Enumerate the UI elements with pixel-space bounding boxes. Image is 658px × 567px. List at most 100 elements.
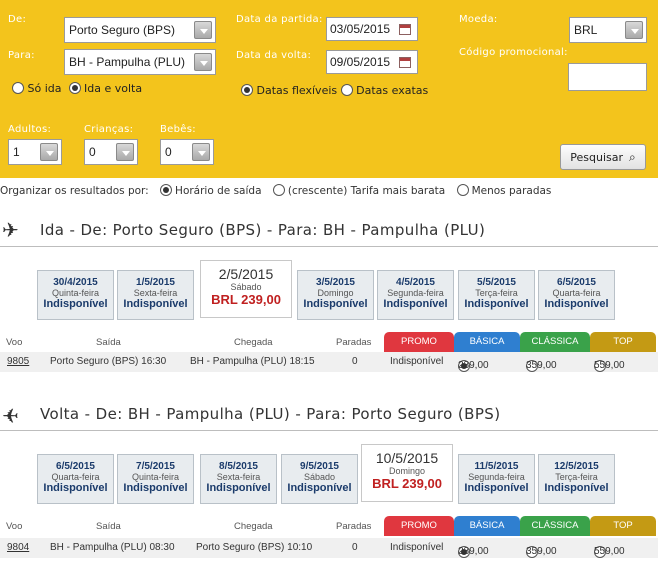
date-option-status: BRL 239,00 — [372, 476, 442, 491]
children-label: Crianças: — [84, 124, 134, 135]
sort-departure-label: Horário de saída — [175, 185, 262, 197]
date-option[interactable]: 4/5/2015 Segunda-feira Indisponível — [377, 270, 454, 320]
date-option[interactable]: 9/5/2015 Sábado Indisponível — [281, 454, 358, 504]
col-voo: Voo — [6, 337, 23, 348]
date-option-date: 6/5/2015 — [56, 461, 95, 472]
date-option-date: 11/5/2015 — [474, 461, 519, 472]
to-select[interactable]: BH - Pampulha (PLU) — [64, 49, 216, 75]
return-label: Data da volta: — [236, 50, 312, 61]
date-option[interactable]: 5/5/2015 Terça-feira Indisponível — [458, 270, 535, 320]
date-option-weekday: Quarta-feira — [552, 288, 601, 298]
date-option[interactable]: 30/4/2015 Quinta-feira Indisponível — [37, 270, 114, 320]
date-option-status: Indisponível — [544, 482, 609, 494]
date-option-date: 1/5/2015 — [136, 277, 175, 288]
date-option-status: Indisponível — [303, 298, 368, 310]
currency-label: Moeda: — [459, 14, 498, 25]
fare-top: 559,00 — [594, 546, 625, 557]
trip-oneway-label: Só ida — [27, 82, 62, 95]
chevron-down-icon — [40, 143, 58, 161]
sort-cheapest-radio[interactable] — [272, 184, 285, 196]
infants-select[interactable]: 0 — [160, 139, 214, 165]
date-option-date: 30/4/2015 — [53, 277, 98, 288]
date-option-date: 8/5/2015 — [219, 461, 258, 472]
from-label: De: — [8, 14, 27, 25]
depart-date-field[interactable]: 03/05/2015 — [326, 17, 418, 41]
sort-departure-radio[interactable] — [160, 184, 173, 196]
chevron-down-icon — [192, 143, 210, 161]
flight-row: 9805 Porto Seguro (BPS) 16:30 BH - Pampu… — [0, 352, 658, 372]
col-paradas: Paradas — [336, 337, 372, 348]
date-option-date: 10/5/2015 — [375, 450, 439, 466]
adults-select[interactable]: 1 — [8, 139, 62, 165]
date-option[interactable]: 11/5/2015 Segunda-feira Indisponível — [458, 454, 535, 504]
chevron-down-icon — [194, 21, 212, 39]
date-option-status: Indisponível — [544, 298, 609, 310]
from-select[interactable]: Porto Seguro (BPS) — [64, 17, 216, 43]
trip-type-group: Só ida Ida e volta — [12, 82, 142, 95]
inbound-title: Volta - De: BH - Pampulha (PLU) - Para: … — [40, 405, 501, 423]
trip-oneway-radio[interactable] — [12, 82, 24, 94]
date-option[interactable]: 8/5/2015 Sexta-feira Indisponível — [200, 454, 277, 504]
tab-promo: PROMO — [384, 516, 454, 536]
date-option[interactable]: 3/5/2015 Domingo Indisponível — [297, 270, 374, 320]
date-option[interactable]: 6/5/2015 Quarta-feira Indisponível — [37, 454, 114, 504]
dates-flex-radio[interactable] — [241, 84, 253, 96]
tab-promo: PROMO — [384, 332, 454, 352]
date-option-date: 6/5/2015 — [557, 277, 596, 288]
search-button[interactable]: Pesquisar ⌕ — [560, 144, 646, 170]
sort-stops-label: Menos paradas — [471, 185, 552, 197]
adults-label: Adultos: — [8, 124, 52, 135]
date-option-weekday: Sábado — [230, 282, 262, 292]
flight-arrival: BH - Pampulha (PLU) 18:15 — [190, 356, 315, 367]
fare-classica: 359,00 — [526, 360, 557, 371]
date-option-date: 7/5/2015 — [136, 461, 175, 472]
flight-departure: BH - Pampulha (PLU) 08:30 — [50, 542, 175, 553]
flight-number-link[interactable]: 9804 — [7, 542, 29, 553]
date-option-weekday: Quinta-feira — [131, 472, 180, 482]
date-option[interactable]: 12/5/2015 Terça-feira Indisponível — [538, 454, 615, 504]
date-option[interactable]: 2/5/2015 Sábado BRL 239,00 — [200, 260, 292, 318]
sort-stops-radio[interactable] — [456, 184, 469, 196]
infants-value: 0 — [165, 145, 172, 159]
fare-basica: 239,00 — [458, 546, 489, 557]
date-option-status: Indisponível — [123, 298, 188, 310]
tab-top: TOP — [590, 516, 656, 536]
from-value: Porto Seguro (BPS) — [69, 23, 176, 37]
dates-exact-label: Datas exatas — [356, 84, 429, 97]
date-option-weekday: Terça-feira — [555, 472, 598, 482]
tab-top: TOP — [590, 332, 656, 352]
date-option-weekday: Quinta-feira — [51, 288, 100, 298]
dates-exact-radio[interactable] — [340, 84, 353, 96]
flight-arrival: Porto Seguro (BPS) 10:10 — [196, 542, 313, 553]
promo-code-input[interactable] — [568, 63, 647, 91]
chevron-down-icon — [194, 53, 212, 71]
currency-value: BRL — [574, 23, 598, 37]
calendar-icon[interactable] — [399, 57, 411, 68]
sort-label: Organizar os resultados por: — [0, 185, 149, 197]
flight-departure: Porto Seguro (BPS) 16:30 — [50, 356, 167, 367]
return-date-field[interactable]: 09/05/2015 — [326, 50, 418, 74]
date-option-weekday: Segunda-feira — [468, 472, 525, 482]
date-option[interactable]: 10/5/2015 Domingo BRL 239,00 — [361, 444, 453, 502]
trip-round-radio[interactable] — [68, 82, 81, 94]
date-option-status: Indisponível — [43, 482, 108, 494]
col-paradas: Paradas — [336, 521, 372, 532]
flight-number-link[interactable]: 9805 — [7, 356, 29, 367]
calendar-icon[interactable] — [399, 24, 411, 35]
flight-stops: 0 — [352, 356, 358, 367]
to-label: Para: — [8, 50, 35, 61]
currency-select[interactable]: BRL — [569, 17, 647, 43]
children-select[interactable]: 0 — [84, 139, 138, 165]
date-option[interactable]: 1/5/2015 Sexta-feira Indisponível — [117, 270, 194, 320]
date-option[interactable]: 6/5/2015 Quarta-feira Indisponível — [538, 270, 615, 320]
to-value: BH - Pampulha (PLU) — [69, 55, 186, 69]
date-option-date: 4/5/2015 — [396, 277, 435, 288]
date-option-weekday: Quarta-feira — [51, 472, 100, 482]
return-date-value: 09/05/2015 — [330, 55, 391, 69]
divider — [0, 430, 658, 431]
infants-label: Bebês: — [160, 124, 196, 135]
col-chegada: Chegada — [234, 521, 273, 532]
date-option-status: Indisponível — [464, 482, 529, 494]
children-value: 0 — [89, 145, 96, 159]
date-option[interactable]: 7/5/2015 Quinta-feira Indisponível — [117, 454, 194, 504]
